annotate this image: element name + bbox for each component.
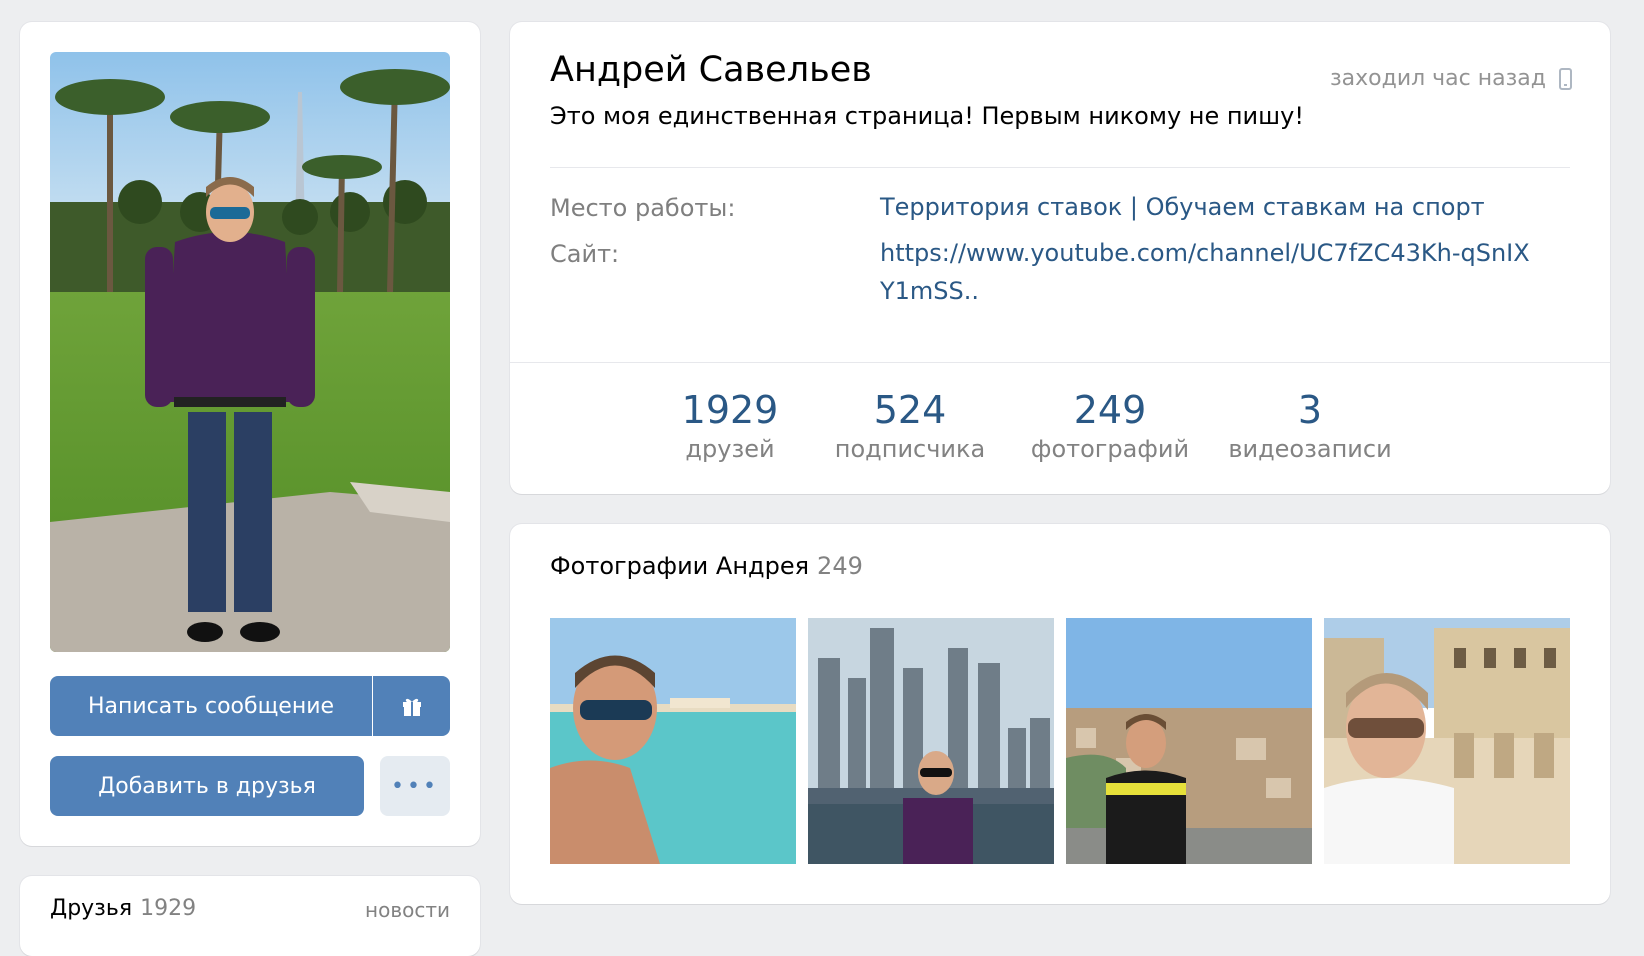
counter-label: фотографий bbox=[1030, 435, 1190, 463]
photos-block: Фотографии Андрея 249 bbox=[510, 524, 1610, 904]
last-seen-status: заходил час назад bbox=[1329, 66, 1546, 91]
friends-header[interactable]: Друзья 1929 bbox=[50, 896, 196, 921]
site-label: Сайт: bbox=[550, 240, 620, 268]
counter-value: 3 bbox=[1297, 388, 1323, 432]
site-link[interactable]: https://www.youtube.com/channel/UC7fZC43… bbox=[880, 234, 1530, 310]
photo-thumbnail-beach[interactable] bbox=[550, 618, 796, 864]
counter-videos[interactable]: 3 видеозаписи bbox=[1220, 387, 1400, 463]
profile-sidebar-card: Написать сообщение Добавить в друзья ••• bbox=[20, 22, 480, 846]
counter-friends[interactable]: 1929 друзей bbox=[660, 387, 800, 463]
counter-subscribers[interactable]: 524 подписчика bbox=[820, 387, 1000, 463]
send-message-label: Написать сообщение bbox=[87, 693, 335, 719]
photos-header[interactable]: Фотографии Андрея 249 bbox=[550, 552, 863, 580]
divider bbox=[550, 167, 1570, 168]
gift-icon bbox=[402, 698, 421, 716]
send-gift-button[interactable] bbox=[373, 676, 450, 736]
photo-thumbnail-city-view[interactable] bbox=[1066, 618, 1312, 864]
mobile-phone-icon bbox=[1559, 68, 1572, 90]
friends-block: Друзья 1929 новости bbox=[20, 876, 480, 956]
photos-title: Фотографии Андрея bbox=[550, 552, 810, 580]
work-label: Место работы: bbox=[550, 194, 736, 222]
counter-label: подписчика bbox=[834, 435, 986, 463]
profile-status: Это моя единственная страница! Первым ни… bbox=[550, 102, 1304, 130]
friends-count: 1929 bbox=[140, 896, 197, 921]
photos-count: 249 bbox=[817, 552, 863, 580]
page-title: Андрей Савельев bbox=[550, 50, 872, 90]
photo-thumbnail-skyscrapers[interactable] bbox=[808, 618, 1054, 864]
send-message-button[interactable]: Написать сообщение bbox=[50, 676, 372, 736]
add-friend-button[interactable]: Добавить в друзья bbox=[50, 756, 364, 816]
counter-photos[interactable]: 249 фотографий bbox=[1020, 387, 1200, 463]
counter-value: 524 bbox=[873, 388, 947, 432]
counter-value: 249 bbox=[1073, 388, 1147, 432]
profile-info-card: Андрей Савельев заходил час назад Это мо… bbox=[510, 22, 1610, 494]
photo-thumbnail-old-city[interactable] bbox=[1324, 618, 1570, 864]
more-actions-button[interactable]: ••• bbox=[380, 756, 450, 816]
work-link[interactable]: Территория ставок | Обучаем ставкам на с… bbox=[880, 188, 1530, 226]
add-friend-label: Добавить в друзья bbox=[98, 773, 316, 799]
more-dots-icon: ••• bbox=[391, 773, 439, 799]
divider bbox=[510, 362, 1610, 363]
counter-value: 1929 bbox=[681, 388, 779, 432]
counter-label: видеозаписи bbox=[1228, 435, 1392, 463]
profile-avatar[interactable] bbox=[50, 52, 450, 652]
counter-label: друзей bbox=[685, 435, 775, 463]
friends-news-link[interactable]: новости bbox=[365, 898, 450, 922]
friends-title: Друзья bbox=[50, 896, 133, 921]
